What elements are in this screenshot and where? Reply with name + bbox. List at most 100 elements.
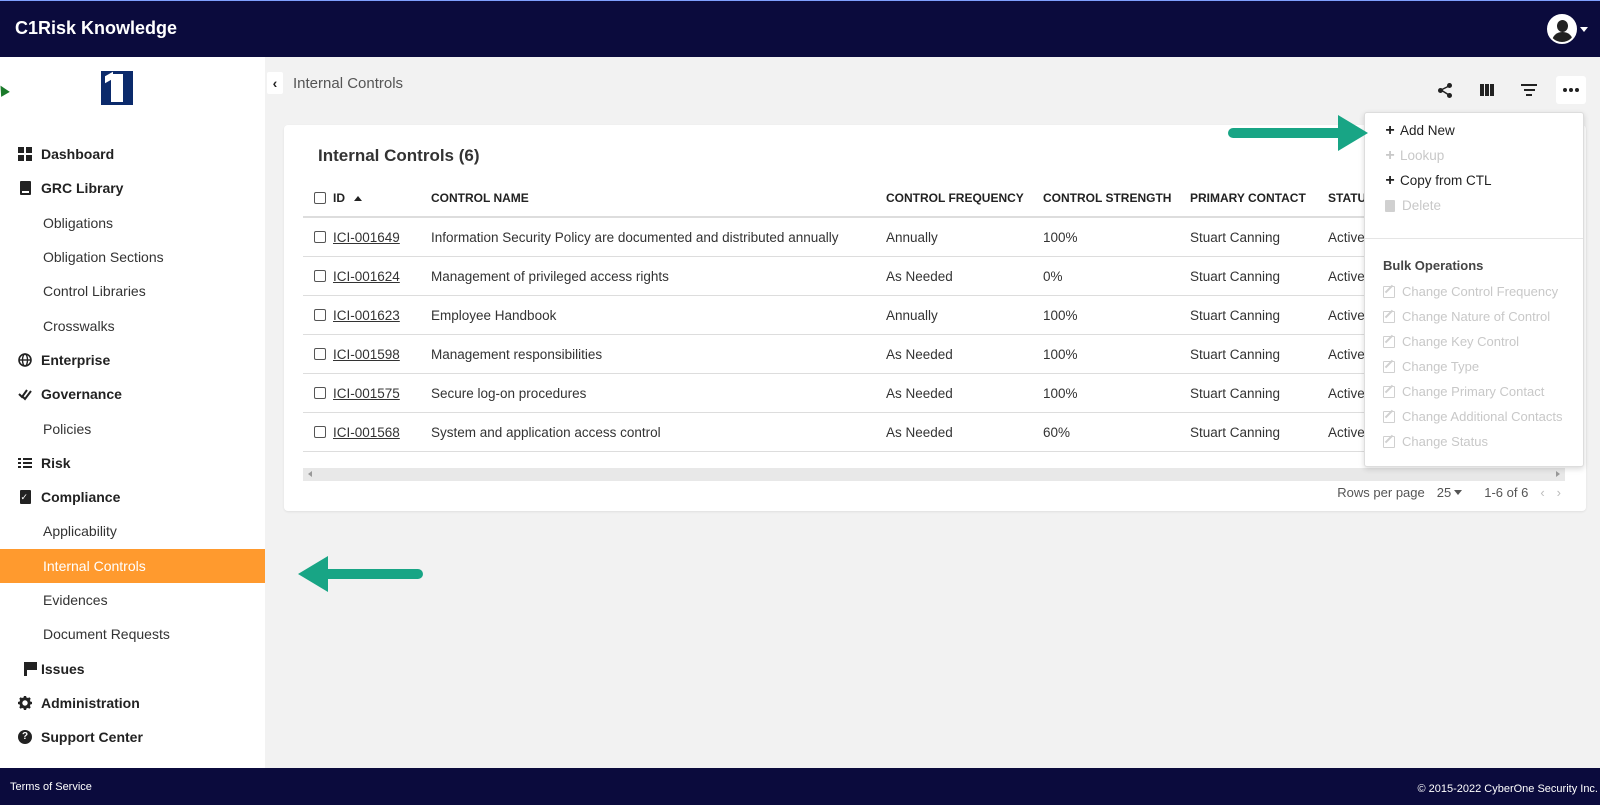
sidebar-item-document-requests[interactable]: Document Requests (0, 617, 265, 651)
columns-icon[interactable] (1472, 76, 1502, 104)
sidebar-item-obligations[interactable]: Obligations (0, 206, 265, 240)
row-checkbox[interactable] (314, 348, 326, 360)
sidebar-item-risk[interactable]: Risk (0, 446, 265, 480)
row-checkbox[interactable] (314, 426, 326, 438)
sidebar-item-evidences[interactable]: Evidences (0, 583, 265, 617)
annotation-arrow-left-icon (298, 556, 423, 592)
control-id-link[interactable]: ICI-001598 (333, 347, 400, 362)
menu-item-label: Lookup (1400, 148, 1445, 163)
share-icon[interactable] (1430, 76, 1460, 104)
copyright: © 2015-2022 CyberOne Security Inc. (1417, 783, 1598, 795)
breadcrumb-current: Internal Controls (293, 74, 404, 92)
control-id-link[interactable]: ICI-001568 (333, 425, 400, 440)
menu-item-label: Change Primary Contact (1402, 384, 1545, 399)
column-header-name[interactable]: CONTROL NAME (431, 191, 886, 205)
sidebar-item-label: Obligation Sections (43, 249, 164, 266)
sidebar-item-label: Issues (41, 660, 85, 677)
edit-icon (1383, 410, 1395, 423)
control-name-cell: Employee Handbook (431, 307, 557, 323)
column-header-id[interactable]: ID (333, 191, 431, 205)
terms-of-service-link[interactable]: Terms of Service (10, 781, 92, 793)
strength-cell: 100% (1043, 346, 1078, 362)
control-id-link[interactable]: ICI-001649 (333, 230, 400, 245)
rows-per-page-select[interactable]: 25 (1437, 485, 1463, 500)
page-range: 1-6 of 6 (1484, 484, 1529, 500)
column-header-contact[interactable]: PRIMARY CONTACT (1190, 191, 1328, 205)
sidebar-item-crosswalks[interactable]: Crosswalks (0, 308, 265, 342)
sidebar-item-support-center[interactable]: ? Support Center (0, 720, 265, 754)
sort-ascending-icon[interactable] (354, 195, 362, 201)
bulk-change-additional-contacts-menu-item: Change Additional Contacts (1383, 409, 1562, 424)
menu-item-label: Change Control Frequency (1402, 284, 1559, 299)
double-check-icon (18, 387, 32, 401)
control-id-link[interactable]: ICI-001623 (333, 308, 400, 323)
row-checkbox[interactable] (314, 270, 326, 282)
frequency-cell: As Needed (886, 424, 953, 440)
company-logo (101, 71, 133, 111)
user-menu[interactable] (1547, 14, 1588, 44)
bulk-change-type-menu-item: Change Type (1383, 359, 1479, 374)
edit-icon (1383, 385, 1395, 398)
sidebar-item-label: Dashboard (41, 146, 115, 163)
strength-cell: 100% (1043, 307, 1078, 323)
control-name-cell: System and application access control (431, 424, 661, 440)
chevron-down-icon[interactable] (1580, 26, 1588, 32)
sidebar-item-label: Enterprise (41, 351, 111, 368)
control-name-cell: Management responsibilities (431, 346, 603, 362)
row-checkbox[interactable] (314, 231, 326, 243)
contact-cell: Stuart Canning (1190, 385, 1281, 401)
menu-item-label: Change Key Control (1402, 334, 1520, 349)
plus-icon: + (1385, 171, 1395, 189)
prev-page-icon[interactable]: ‹ (1540, 485, 1544, 500)
sidebar-item-governance[interactable]: Governance (0, 377, 265, 411)
sidebar-item-applicability[interactable]: Applicability (0, 514, 265, 548)
sidebar-item-policies[interactable]: Policies (0, 411, 265, 445)
sidebar-item-control-libraries[interactable]: Control Libraries (0, 274, 265, 308)
add-new-menu-item[interactable]: + Add New (1383, 122, 1454, 138)
actions-menu: Bulk Operations + Add New + Lookup + Copy fro… (1364, 112, 1584, 467)
menu-item-label: Copy from CTL (1400, 173, 1492, 188)
horizontal-scrollbar[interactable] (303, 468, 1565, 481)
sidebar-nav: Dashboard GRC Library Obligations Obligatio… (0, 137, 265, 754)
sidebar-item-internal-controls[interactable]: Internal Controls (0, 548, 265, 583)
avatar[interactable] (1547, 14, 1577, 44)
sidebar-item-enterprise[interactable]: Enterprise (0, 343, 265, 377)
sidebar-item-label: Applicability (43, 523, 117, 540)
contact-cell: Stuart Canning (1190, 268, 1281, 284)
bulk-change-primary-contact-menu-item: Change Primary Contact (1383, 384, 1544, 399)
sidebar-item-label: Risk (41, 454, 71, 471)
sidebar-item-obligation-sections[interactable]: Obligation Sections (0, 240, 265, 274)
select-all-checkbox[interactable] (314, 191, 326, 204)
copy-from-ctl-menu-item[interactable]: + Copy from CTL (1383, 171, 1492, 189)
more-icon[interactable] (1556, 76, 1586, 104)
filter-icon[interactable] (1514, 76, 1544, 104)
back-chevron-icon[interactable]: ‹ (267, 72, 283, 94)
sidebar-item-dashboard[interactable]: Dashboard (0, 137, 265, 171)
next-page-icon[interactable]: › (1557, 485, 1561, 500)
edit-icon (1383, 335, 1395, 348)
bulk-change-key-control-menu-item: Change Key Control (1383, 334, 1519, 349)
control-name-cell: Management of privileged access rights (431, 268, 669, 284)
sidebar-item-label: Document Requests (43, 626, 170, 643)
sidebar-item-compliance[interactable]: Compliance (0, 480, 265, 514)
row-checkbox[interactable] (314, 387, 326, 399)
help-circle-icon: ? (18, 730, 32, 745)
column-header-frequency[interactable]: CONTROL FREQUENCY (886, 191, 1043, 205)
sidebar-item-issues[interactable]: Issues (0, 651, 265, 685)
globe-icon (18, 353, 32, 367)
contact-cell: Stuart Canning (1190, 424, 1281, 440)
breadcrumb: ‹ Internal Controls (267, 72, 403, 94)
sidebar-item-administration[interactable]: Administration (0, 686, 265, 720)
contact-cell: Stuart Canning (1190, 307, 1281, 323)
control-id-link[interactable]: ICI-001575 (333, 386, 400, 401)
sidebar-item-label: Policies (43, 420, 92, 437)
sidebar-item-grc-library[interactable]: GRC Library (0, 171, 265, 205)
sidebar-item-label: Support Center (41, 729, 143, 746)
control-name-cell: Secure log-on procedures (431, 385, 587, 401)
column-header-strength[interactable]: CONTROL STRENGTH (1043, 191, 1190, 205)
row-checkbox[interactable] (314, 309, 326, 321)
frequency-cell: As Needed (886, 385, 953, 401)
menu-divider (1365, 238, 1583, 239)
dashboard-icon (18, 147, 32, 162)
control-id-link[interactable]: ICI-001624 (333, 269, 400, 284)
